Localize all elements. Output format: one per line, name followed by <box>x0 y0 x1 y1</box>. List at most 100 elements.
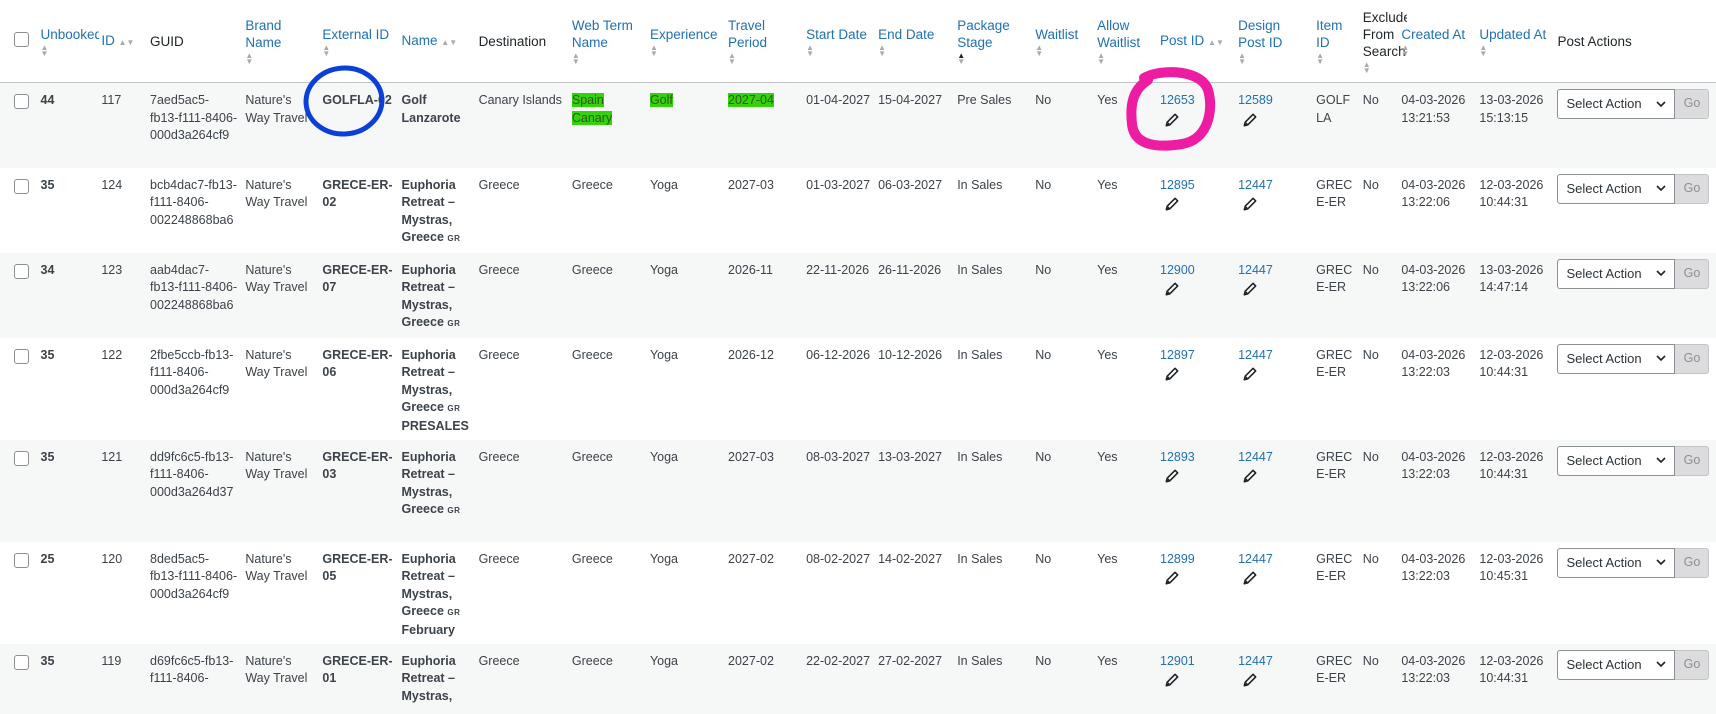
travel-period-cell: 2027-03 <box>724 168 802 253</box>
design-post-id-link[interactable]: 12447 <box>1238 450 1273 464</box>
pencil-icon[interactable] <box>1165 367 1179 381</box>
pencil-icon[interactable] <box>1165 197 1179 211</box>
col-package-stage[interactable]: Package Stage ▲ ▼ <box>953 0 1032 83</box>
row-select-cell <box>0 644 37 714</box>
col-brand-name[interactable]: Brand Name ▲ ▼ <box>241 0 319 83</box>
go-button[interactable]: Go <box>1675 649 1710 680</box>
row-checkbox[interactable] <box>14 94 29 109</box>
col-created-at[interactable]: Created At ▲ ▼ <box>1397 0 1476 83</box>
created-at-cell: 04-03-2026 13:22:06 <box>1397 168 1475 253</box>
pencil-icon[interactable] <box>1243 469 1257 483</box>
post-id-link[interactable]: 12895 <box>1160 178 1195 192</box>
unbooked-text: 35 <box>40 347 55 362</box>
col-design-post-id-label: Design Post ID <box>1238 18 1283 50</box>
select-all-checkbox[interactable] <box>14 31 29 47</box>
col-destination-label: Destination <box>478 33 547 49</box>
pencil-icon[interactable] <box>1243 113 1257 127</box>
item-id-cell: GREC E-ER <box>1312 168 1359 253</box>
guid-text: 7aed5ac5-fb13-f111-8406-000d3a264cf9 <box>150 93 238 142</box>
col-exclude-from-search[interactable]: Exclude From Search ▲ ▼ <box>1358 0 1407 83</box>
select-action-dropdown[interactable]: Select Action <box>1557 343 1676 374</box>
col-id[interactable]: ID ▲▼ <box>97 0 147 83</box>
item-id-cell: GREC E-ER <box>1312 253 1359 338</box>
col-unbooked-label: Unbooked <box>40 26 99 42</box>
post-id-link[interactable]: 12900 <box>1160 263 1195 277</box>
pencil-icon[interactable] <box>1243 282 1257 296</box>
pencil-icon[interactable] <box>1243 367 1257 381</box>
post-id-link[interactable]: 12897 <box>1160 348 1195 362</box>
id-text: 117 <box>101 93 122 107</box>
col-allow-waitlist[interactable]: Allow Waitlist ▲ ▼ <box>1093 0 1156 83</box>
col-design-post-id[interactable]: Design Post ID ▲ ▼ <box>1234 0 1313 83</box>
pencil-icon[interactable] <box>1243 673 1257 687</box>
select-action-dropdown[interactable]: Select Action <box>1557 173 1676 204</box>
col-created-at-label: Created At <box>1401 26 1466 42</box>
row-checkbox[interactable] <box>14 263 29 279</box>
waitlist-cell: No <box>1031 542 1093 644</box>
design-post-id-link[interactable]: 12447 <box>1238 654 1273 668</box>
pencil-icon[interactable] <box>1243 571 1257 585</box>
guid-text: bcb4dac7-fb13-f111-8406-002248868ba6 <box>150 177 237 227</box>
go-button[interactable]: Go <box>1675 89 1710 119</box>
pencil-icon[interactable] <box>1243 197 1257 211</box>
start-date-cell: 08-03-2027 <box>802 440 874 542</box>
select-action-dropdown[interactable]: Select Action <box>1557 547 1676 578</box>
pencil-icon[interactable] <box>1165 571 1179 585</box>
go-button[interactable]: Go <box>1675 343 1710 374</box>
design-post-id-link[interactable]: 12589 <box>1238 93 1273 107</box>
pencil-icon[interactable] <box>1165 673 1179 687</box>
pencil-icon[interactable] <box>1165 469 1179 483</box>
post-id-cell: 12899 <box>1156 542 1234 644</box>
travel-period-text: 2027-03 <box>728 177 774 192</box>
experience-text: Yoga <box>649 653 678 668</box>
row-checkbox[interactable] <box>14 654 29 670</box>
updated-at-cell: 12-03-2026 10:45:31 <box>1475 542 1553 644</box>
col-external-id[interactable]: External ID ▲ ▼ <box>318 0 398 83</box>
destination-cell: Greece <box>475 253 568 338</box>
package-stage-text: In Sales <box>957 551 1003 566</box>
design-post-id-link[interactable]: 12447 <box>1238 348 1273 362</box>
select-action-dropdown[interactable]: Select Action <box>1557 89 1676 119</box>
design-post-id-link[interactable]: 12447 <box>1238 178 1273 192</box>
col-item-id[interactable]: Item ID ▲ ▼ <box>1312 0 1359 83</box>
col-id-label: ID <box>101 32 115 48</box>
row-checkbox[interactable] <box>14 348 29 364</box>
design-post-id-link[interactable]: 12447 <box>1238 263 1273 277</box>
guid-text: d69fc6c5-fb13-f111-8406- <box>150 653 234 686</box>
col-end-date[interactable]: End Date ▲ ▼ <box>874 0 954 83</box>
col-web-term-name[interactable]: Web Term Name ▲ ▼ <box>567 0 646 83</box>
item-id-cell: GREC E-ER <box>1312 440 1359 542</box>
pencil-icon[interactable] <box>1165 282 1179 296</box>
go-button[interactable]: Go <box>1675 258 1710 289</box>
go-button[interactable]: Go <box>1675 445 1710 476</box>
id-cell: 117 <box>97 83 146 168</box>
col-start-date[interactable]: Start Date ▲ ▼ <box>802 0 875 83</box>
col-travel-period[interactable]: Travel Period ▲ ▼ <box>724 0 803 83</box>
col-waitlist[interactable]: Waitlist ▲ ▼ <box>1031 0 1094 83</box>
select-action-dropdown[interactable]: Select Action <box>1557 649 1676 680</box>
pencil-icon[interactable] <box>1165 113 1179 127</box>
row-checkbox[interactable] <box>14 552 29 568</box>
go-button[interactable]: Go <box>1675 547 1710 578</box>
select-action-dropdown[interactable]: Select Action <box>1557 258 1676 289</box>
col-name[interactable]: Name ▲▼ <box>397 0 475 83</box>
post-id-link[interactable]: 12901 <box>1160 654 1195 668</box>
col-post-id[interactable]: Post ID ▲▼ <box>1156 0 1235 83</box>
col-unbooked[interactable]: Unbooked ▲ ▼ <box>36 0 99 83</box>
post-id-link[interactable]: 12893 <box>1160 450 1195 464</box>
row-checkbox[interactable] <box>14 178 29 194</box>
row-checkbox[interactable] <box>14 450 29 466</box>
travel-period-text: 2026-11 <box>728 262 773 277</box>
travel-period-cell: 2026-11 <box>724 253 802 338</box>
select-action-dropdown[interactable]: Select Action <box>1557 445 1676 476</box>
col-experience[interactable]: Experience ▲ ▼ <box>645 0 725 83</box>
col-updated-at[interactable]: Updated At ▲ ▼ <box>1475 0 1554 83</box>
post-id-link[interactable]: 12653 <box>1160 93 1195 107</box>
go-button[interactable]: Go <box>1675 173 1710 204</box>
post-id-link[interactable]: 12899 <box>1160 552 1195 566</box>
design-post-id-link[interactable]: 12447 <box>1238 552 1273 566</box>
item-id-cell: GREC E-ER <box>1312 338 1359 440</box>
post-id-cell: 12900 <box>1156 253 1234 338</box>
sort-arrows-icon: ▲▼ <box>441 37 458 47</box>
sort-arrows-icon: ▲▼ <box>1479 42 1488 58</box>
